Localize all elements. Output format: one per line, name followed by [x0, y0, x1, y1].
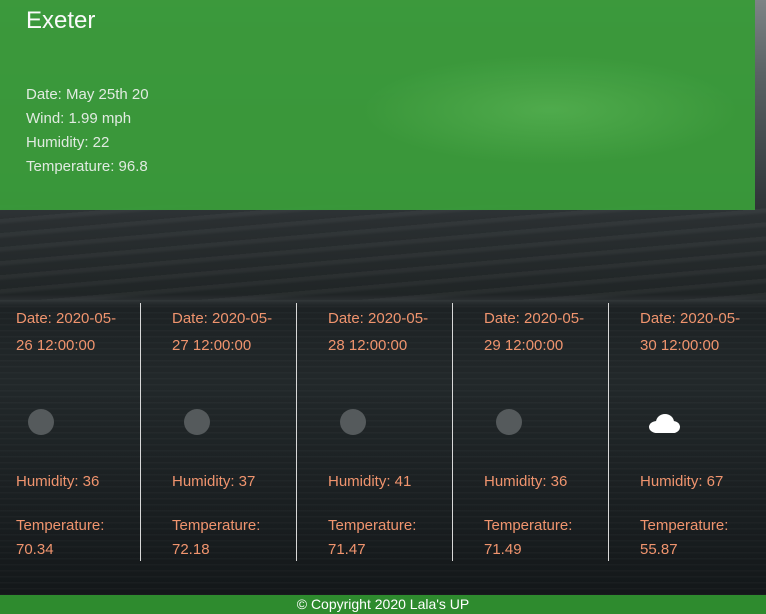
moon-icon [496, 409, 522, 435]
cloud-icon [646, 411, 682, 435]
moon-icon [340, 409, 366, 435]
forecast-temperature-value: 72.18 [172, 541, 210, 558]
panel-texture [360, 55, 740, 165]
forecast-date: Date: 2020-05-26 12:00:00 [16, 310, 117, 354]
forecast-temperature-label: Temperature: [16, 517, 105, 534]
forecast-temperature-value: 55.87 [640, 541, 678, 558]
moon-icon [28, 409, 54, 435]
current-humidity: Humidity: 22 [26, 134, 110, 151]
forecast-humidity: Humidity: 36 [484, 473, 568, 490]
forecast-date: Date: 2020-05-28 12:00:00 [328, 310, 429, 354]
forecast-humidity: Humidity: 36 [16, 473, 100, 490]
current-temperature: Temperature: 96.8 [26, 158, 148, 175]
forecast-humidity: Humidity: 41 [328, 473, 412, 490]
city-name: Exeter [26, 7, 96, 34]
forecast-humidity: Humidity: 67 [640, 473, 724, 490]
forecast-temperature-value: 71.49 [484, 541, 522, 558]
forecast-day-card: Date: 2020-05-29 12:00:00 Humidity: 36 T… [468, 303, 609, 561]
forecast-temperature-label: Temperature: [484, 517, 573, 534]
forecast-date: Date: 2020-05-30 12:00:00 [640, 310, 741, 354]
moon-icon [184, 409, 210, 435]
forecast-row: Date: 2020-05-26 12:00:00 Humidity: 36 T… [0, 303, 766, 563]
forecast-temperature-value: 71.47 [328, 541, 366, 558]
current-wind: Wind: 1.99 mph [26, 110, 132, 127]
forecast-temperature-label: Temperature: [172, 517, 261, 534]
forecast-date: Date: 2020-05-29 12:00:00 [484, 310, 585, 354]
forecast-day-card: Date: 2020-05-27 12:00:00 Humidity: 37 T… [156, 303, 297, 561]
background-clouds [0, 205, 766, 300]
forecast-date: Date: 2020-05-27 12:00:00 [172, 310, 273, 354]
forecast-day-card: Date: 2020-05-28 12:00:00 Humidity: 41 T… [312, 303, 453, 561]
forecast-day-card: Date: 2020-05-30 12:00:00 Humidity: 67 T… [624, 303, 764, 561]
page-footer: © Copyright 2020 Lala's UP [0, 595, 766, 614]
current-weather-panel: Exeter Date: May 25th 20 Wind: 1.99 mph … [0, 0, 755, 210]
forecast-humidity: Humidity: 37 [172, 473, 256, 490]
forecast-day-card: Date: 2020-05-26 12:00:00 Humidity: 36 T… [0, 303, 141, 561]
forecast-temperature-value: 70.34 [16, 541, 54, 558]
copyright-text: © Copyright 2020 Lala's UP [296, 596, 470, 612]
current-date: Date: May 25th 20 [26, 86, 149, 103]
forecast-temperature-label: Temperature: [640, 517, 729, 534]
forecast-temperature-label: Temperature: [328, 517, 417, 534]
